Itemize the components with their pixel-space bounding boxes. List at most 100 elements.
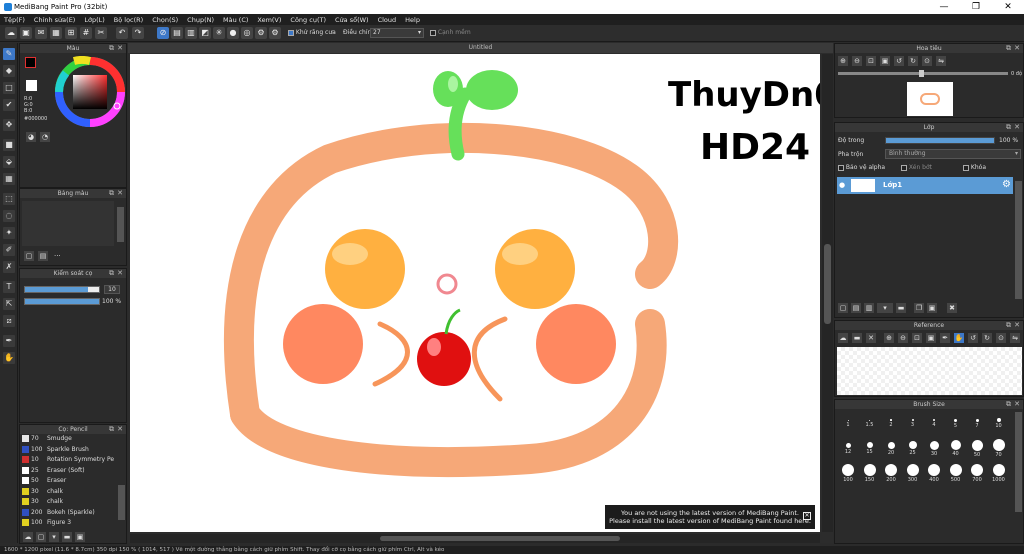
close-icon[interactable]: ✕ xyxy=(117,44,123,53)
snap-off-icon[interactable]: ⊘ xyxy=(157,27,169,39)
redo-icon[interactable]: ↷ xyxy=(132,27,144,39)
zoom-out-icon[interactable]: ⊖ xyxy=(852,56,862,66)
brush-list-item[interactable]: 25 Eraser (Soft) xyxy=(22,466,120,476)
brush-size-scrollbar[interactable] xyxy=(1015,412,1022,512)
update-notice[interactable]: You are not using the latest version of … xyxy=(605,505,815,529)
hand-tool-icon[interactable]: ✋ xyxy=(3,352,15,364)
rotate-right-icon[interactable]: ↻ xyxy=(908,56,918,66)
reference-zoom-out-icon[interactable]: ⊖ xyxy=(898,333,908,343)
undo-icon[interactable]: ↶ xyxy=(116,27,128,39)
menu-tools[interactable]: Công cụ(T) xyxy=(290,16,326,24)
brush-size-option[interactable]: 30 xyxy=(925,439,943,459)
brush-size-option[interactable]: 12 xyxy=(839,439,857,459)
menu-color[interactable]: Màu (C) xyxy=(223,16,248,24)
brush-size-option[interactable]: 4 xyxy=(925,414,943,434)
color-picker-mode-icon[interactable]: ◕ xyxy=(26,132,36,142)
move-tool-icon[interactable]: ✥ xyxy=(3,119,15,131)
brush-settings-icon[interactable]: ▾ xyxy=(49,532,59,542)
new-layer-icon[interactable]: ▢ xyxy=(838,303,848,313)
reference-rotate-left-icon[interactable]: ↺ xyxy=(968,333,978,343)
brush-size-option[interactable]: 7 xyxy=(968,414,986,434)
brush-size-option[interactable]: 15 xyxy=(861,439,879,459)
navigator-preview[interactable] xyxy=(907,82,953,116)
layer-options-icon[interactable]: ▾ xyxy=(877,303,893,313)
lock-checkbox[interactable]: Khóa xyxy=(963,164,986,171)
float-icon[interactable]: ⧉ xyxy=(1006,123,1011,132)
brush-size-option[interactable]: 3 xyxy=(904,414,922,434)
reference-fit-icon[interactable]: ⊡ xyxy=(912,333,922,343)
new-swatch-icon[interactable]: ▢ xyxy=(24,251,34,261)
correction-select[interactable]: 27 ▾ xyxy=(370,28,424,38)
protect-alpha-checkbox[interactable]: Bảo vệ alpha xyxy=(838,164,885,171)
flip-icon[interactable]: ⇋ xyxy=(936,56,946,66)
brush-size-option[interactable]: 1 xyxy=(839,414,857,434)
magic-wand-icon[interactable]: ✦ xyxy=(3,227,15,239)
horizontal-scroll-thumb[interactable] xyxy=(380,536,620,541)
merge-layer-icon[interactable]: ▣ xyxy=(927,303,937,313)
delete-swatch-icon[interactable]: ▤ xyxy=(38,251,48,261)
brush-list-item[interactable]: 100 Figure 3 xyxy=(22,518,120,528)
gradient-tool-icon[interactable]: ▦ xyxy=(3,173,15,185)
snap-gear-icon[interactable]: ⚙ xyxy=(269,27,281,39)
brush-size-option[interactable]: 150 xyxy=(861,464,879,484)
brush-list-item[interactable]: 10 Rotation Symmetry Pe xyxy=(22,455,120,465)
save-icon[interactable]: ▣ xyxy=(20,27,32,39)
close-icon[interactable]: ✕ xyxy=(1014,400,1020,409)
brush-size-slider[interactable] xyxy=(24,286,100,293)
select-pen-tool-icon[interactable]: ✐ xyxy=(3,244,15,256)
brush-size-option[interactable]: 700 xyxy=(968,464,986,484)
minimize-button[interactable]: — xyxy=(930,1,958,13)
brush-size-option[interactable]: 1.5 xyxy=(861,414,879,434)
brush-list-item[interactable]: 30 chalk xyxy=(22,497,120,507)
lasso-tool-icon[interactable]: ◌ xyxy=(3,210,15,222)
chat-icon[interactable]: ✉ xyxy=(35,27,47,39)
close-icon[interactable]: ✕ xyxy=(1014,44,1020,53)
float-icon[interactable]: ⧉ xyxy=(1006,400,1011,409)
transparent-swatch[interactable] xyxy=(26,80,37,91)
close-icon[interactable]: ✕ xyxy=(117,269,123,278)
close-icon[interactable]: ✕ xyxy=(1014,321,1020,330)
reference-eyedropper-icon[interactable]: ✒ xyxy=(940,333,950,343)
brush-list-item[interactable]: 50 Eraser xyxy=(22,476,120,486)
brush-size-option[interactable]: 20 xyxy=(882,439,900,459)
image-icon[interactable]: ▦ xyxy=(50,27,62,39)
menu-select[interactable]: Chọn(S) xyxy=(152,16,178,24)
snap-curve-icon[interactable]: ◎ xyxy=(241,27,253,39)
cloud-icon[interactable]: ☁ xyxy=(5,27,17,39)
upload-brush-icon[interactable]: ☁ xyxy=(23,532,33,542)
reference-image-area[interactable] xyxy=(837,347,1022,395)
brush-delete-icon[interactable]: ▣ xyxy=(75,532,85,542)
eyedropper-icon[interactable]: ✒ xyxy=(3,335,15,347)
divide-tool-icon[interactable]: ⧄ xyxy=(3,315,15,327)
eraser-tool-icon[interactable]: ◆ xyxy=(3,65,15,77)
drawing-canvas[interactable]: ThuyDn0 HD24 xyxy=(130,54,820,532)
float-icon[interactable]: ⧉ xyxy=(109,269,114,278)
brush-size-option[interactable]: 50 xyxy=(968,439,986,459)
brush-size-option[interactable]: 500 xyxy=(947,464,965,484)
layer-scrollbar[interactable] xyxy=(1015,181,1022,299)
brush-size-option[interactable]: 40 xyxy=(947,439,965,459)
reference-close-icon[interactable]: ✕ xyxy=(866,333,876,343)
fill-rect-icon[interactable]: ■ xyxy=(3,139,15,151)
vertical-scroll-thumb[interactable] xyxy=(824,244,831,324)
menu-view[interactable]: Xem(V) xyxy=(257,16,281,24)
brush-size-option[interactable]: 400 xyxy=(925,464,943,484)
canvas-tab[interactable]: Untitled xyxy=(128,43,833,53)
blend-mode-select[interactable]: Bình thường ▾ xyxy=(885,149,1021,159)
grid-icon[interactable]: # xyxy=(80,27,92,39)
color-history-icon[interactable]: ◔ xyxy=(40,132,50,142)
swatch-scrollbar[interactable] xyxy=(117,207,124,242)
color-wheel[interactable] xyxy=(54,56,126,128)
brush-size-input[interactable]: 10 xyxy=(104,285,120,294)
rect-select-icon[interactable]: ⬚ xyxy=(3,193,15,205)
menu-window[interactable]: Cửa sổ(W) xyxy=(335,16,369,24)
menu-snap[interactable]: Chụp(N) xyxy=(187,16,214,24)
brush-list-item[interactable]: 200 Bokeh (Sparkle) xyxy=(22,508,120,518)
brush-size-option[interactable]: 5 xyxy=(947,414,965,434)
navigator-slider-handle[interactable] xyxy=(919,70,924,77)
menu-filter[interactable]: Bộ lọc(R) xyxy=(114,16,143,24)
brush-list-item[interactable]: 100 Sparkle Brush xyxy=(22,445,120,455)
rotate-reset-icon[interactable]: ⊙ xyxy=(922,56,932,66)
brush-size-option[interactable]: 2 xyxy=(882,414,900,434)
brush-size-option[interactable]: 70 xyxy=(990,439,1008,459)
